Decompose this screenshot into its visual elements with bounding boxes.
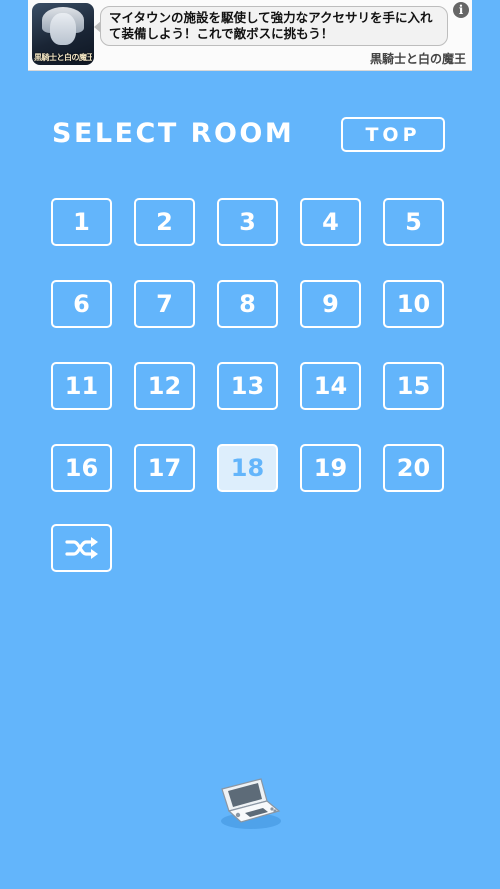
room-button-3[interactable]: 3	[217, 198, 278, 246]
room-button-19[interactable]: 19	[300, 444, 361, 492]
room-button-2[interactable]: 2	[134, 198, 195, 246]
room-button-8[interactable]: 8	[217, 280, 278, 328]
room-button-18[interactable]: 18	[217, 444, 278, 492]
room-button-13[interactable]: 13	[217, 362, 278, 410]
ad-banner[interactable]: 黒騎士と白の魔王 マイタウンの施設を駆使して強力なアクセサリを手に入れて装備しよ…	[28, 0, 472, 71]
ad-thumbnail-face	[50, 13, 76, 45]
ad-message[interactable]: マイタウンの施設を駆使して強力なアクセサリを手に入れて装備しよう！これで敵ボスに…	[94, 6, 448, 46]
info-icon[interactable]: i	[453, 2, 469, 18]
room-button-14[interactable]: 14	[300, 362, 361, 410]
room-button-5[interactable]: 5	[383, 198, 444, 246]
ad-thumbnail[interactable]: 黒騎士と白の魔王	[32, 3, 94, 65]
room-button-4[interactable]: 4	[300, 198, 361, 246]
ad-source: 黒騎士と白の魔王	[369, 52, 466, 66]
room-button-7[interactable]: 7	[134, 280, 195, 328]
room-button-9[interactable]: 9	[300, 280, 361, 328]
shuffle-icon	[64, 537, 98, 559]
room-button-15[interactable]: 15	[383, 362, 444, 410]
room-button-10[interactable]: 10	[383, 280, 444, 328]
room-button-20[interactable]: 20	[383, 444, 444, 492]
ad-thumbnail-logo: 黒騎士と白の魔王	[34, 53, 92, 62]
page-title: SELECT ROOM	[52, 118, 295, 149]
room-button-6[interactable]: 6	[51, 280, 112, 328]
room-button-12[interactable]: 12	[134, 362, 195, 410]
room-button-16[interactable]: 16	[51, 444, 112, 492]
room-button-1[interactable]: 1	[51, 198, 112, 246]
handheld-console-icon	[217, 775, 285, 831]
room-button-11[interactable]: 11	[51, 362, 112, 410]
room-button-17[interactable]: 17	[134, 444, 195, 492]
shuffle-button[interactable]	[51, 524, 112, 572]
top-button[interactable]: TOP	[341, 117, 445, 152]
